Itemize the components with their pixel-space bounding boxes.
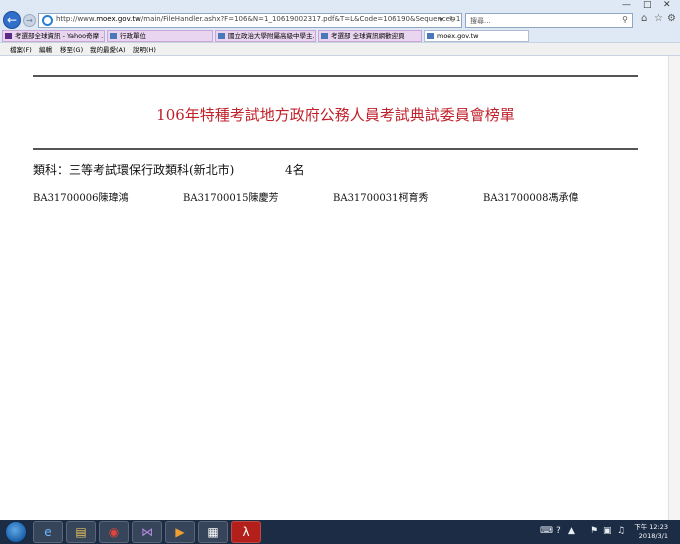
tab-admin-unit[interactable]: 行政單位 bbox=[107, 30, 213, 42]
tab-label: 國立政治大學附屬高級中學主... bbox=[228, 32, 316, 40]
menu-favorites[interactable]: 我的最愛(A) bbox=[90, 44, 126, 54]
page-icon bbox=[110, 33, 117, 39]
top-rule bbox=[33, 75, 638, 77]
monitor-icon[interactable]: ▣ bbox=[603, 526, 612, 536]
home-icon[interactable]: ⌂ bbox=[641, 13, 647, 24]
menu-edit[interactable]: 編輯 bbox=[39, 44, 52, 54]
flag-icon[interactable]: ⚑ bbox=[590, 526, 598, 536]
volume-icon[interactable]: ♫ bbox=[617, 526, 625, 536]
start-button[interactable] bbox=[5, 521, 27, 543]
address-url: http://www.moex.gov.tw/main/FileHandler.… bbox=[56, 15, 461, 23]
forward-button[interactable]: → bbox=[23, 14, 36, 27]
menu-help[interactable]: 說明(H) bbox=[133, 44, 156, 54]
document-viewer bbox=[0, 56, 668, 520]
menu-file[interactable]: 檔案(F) bbox=[10, 44, 32, 54]
yahoo-icon bbox=[5, 33, 12, 39]
system-clock[interactable]: 下午 12:23 2018/3/1 bbox=[634, 523, 668, 541]
network-icon[interactable]: ▲ bbox=[568, 526, 575, 536]
keyboard-icon[interactable]: ⌨ bbox=[540, 526, 553, 536]
ie-taskbar-icon[interactable]: e bbox=[33, 521, 63, 543]
page-icon bbox=[218, 33, 225, 39]
pdf-reader-taskbar-icon[interactable]: λ bbox=[231, 521, 261, 543]
list-item: BA31700008馮承偉 bbox=[483, 193, 579, 204]
navigation-bar: ← → http://www.moex.gov.tw/main/FileHand… bbox=[0, 9, 680, 31]
apps-grid-taskbar-icon[interactable]: ▦ bbox=[198, 521, 228, 543]
document-title: 106年特種考試地方政府公務人員考試典試委員會榜單 bbox=[156, 106, 515, 124]
list-item: BA31700015陳慶芳 bbox=[183, 193, 279, 204]
ie-icon bbox=[42, 15, 53, 26]
tab-moex-welcome[interactable]: 考選部 全球資訊網歡迎頁 bbox=[318, 30, 422, 42]
vertical-scrollbar[interactable] bbox=[668, 56, 680, 520]
tab-yahoo[interactable]: 考選部全球資訊 - Yahoo奇摩 ... bbox=[2, 30, 105, 42]
list-item: BA31700031柯育秀 bbox=[333, 193, 429, 204]
tab-moex-active[interactable]: moex.gov.tw bbox=[424, 30, 529, 42]
search-input[interactable]: 搜尋... bbox=[470, 16, 491, 26]
back-button[interactable]: ← bbox=[3, 11, 21, 29]
browser-chrome: — □ ✕ ← → http://www.moex.gov.tw/main/Fi… bbox=[0, 0, 680, 56]
menu-goto[interactable]: 移至(G) bbox=[60, 44, 83, 54]
settings-gear-icon[interactable]: ⚙ bbox=[667, 13, 676, 24]
list-item: BA31700006陳瑋鴻 bbox=[33, 193, 129, 204]
file-explorer-taskbar-icon[interactable]: ▤ bbox=[66, 521, 96, 543]
page-icon bbox=[427, 33, 434, 39]
tab-label: 考選部全球資訊 - Yahoo奇摩 ... bbox=[15, 32, 105, 40]
tab-label: 行政單位 bbox=[120, 32, 146, 40]
clock-time: 下午 12:23 bbox=[634, 523, 668, 531]
address-bar[interactable]: http://www.moex.gov.tw/main/FileHandler.… bbox=[38, 13, 462, 28]
tab-label: 考選部 全球資訊網歡迎頁 bbox=[331, 32, 405, 40]
search-icon[interactable]: ⚲ bbox=[622, 15, 628, 24]
favorites-star-icon[interactable]: ☆ bbox=[654, 13, 663, 24]
tab-label: moex.gov.tw bbox=[437, 32, 479, 40]
page-icon bbox=[321, 33, 328, 39]
taskbar: e ▤ ◉ ⋈ ▶ ▦ λ ⌨ ? ▲ ⚑ ▣ ♫ 下午 12:23 2018/… bbox=[0, 520, 680, 544]
media-player-taskbar-icon[interactable]: ▶ bbox=[165, 521, 195, 543]
title-underline-rule bbox=[33, 148, 638, 150]
menu-bar: 檔案(F) 編輯 移至(G) 我的最愛(A) 說明(H) bbox=[0, 42, 680, 56]
search-box[interactable]: 搜尋... ⚲ bbox=[465, 13, 633, 28]
tab-strip: 考選部全球資訊 - Yahoo奇摩 ... 行政單位 國立政治大學附屬高級中學主… bbox=[0, 30, 680, 42]
help-icon[interactable]: ? bbox=[556, 526, 561, 536]
category-label: 類科：三等考試環保行政類科(新北市) bbox=[33, 163, 235, 177]
tab-school[interactable]: 國立政治大學附屬高級中學主... bbox=[215, 30, 316, 42]
admitted-count: 4名 bbox=[285, 163, 305, 177]
clock-date: 2018/3/1 bbox=[638, 532, 668, 540]
refresh-icon[interactable]: ↻ bbox=[449, 15, 456, 24]
visual-studio-taskbar-icon[interactable]: ⋈ bbox=[132, 521, 162, 543]
chrome-taskbar-icon[interactable]: ◉ bbox=[99, 521, 129, 543]
search-dropdown-icon[interactable]: ▾ bbox=[439, 15, 443, 24]
